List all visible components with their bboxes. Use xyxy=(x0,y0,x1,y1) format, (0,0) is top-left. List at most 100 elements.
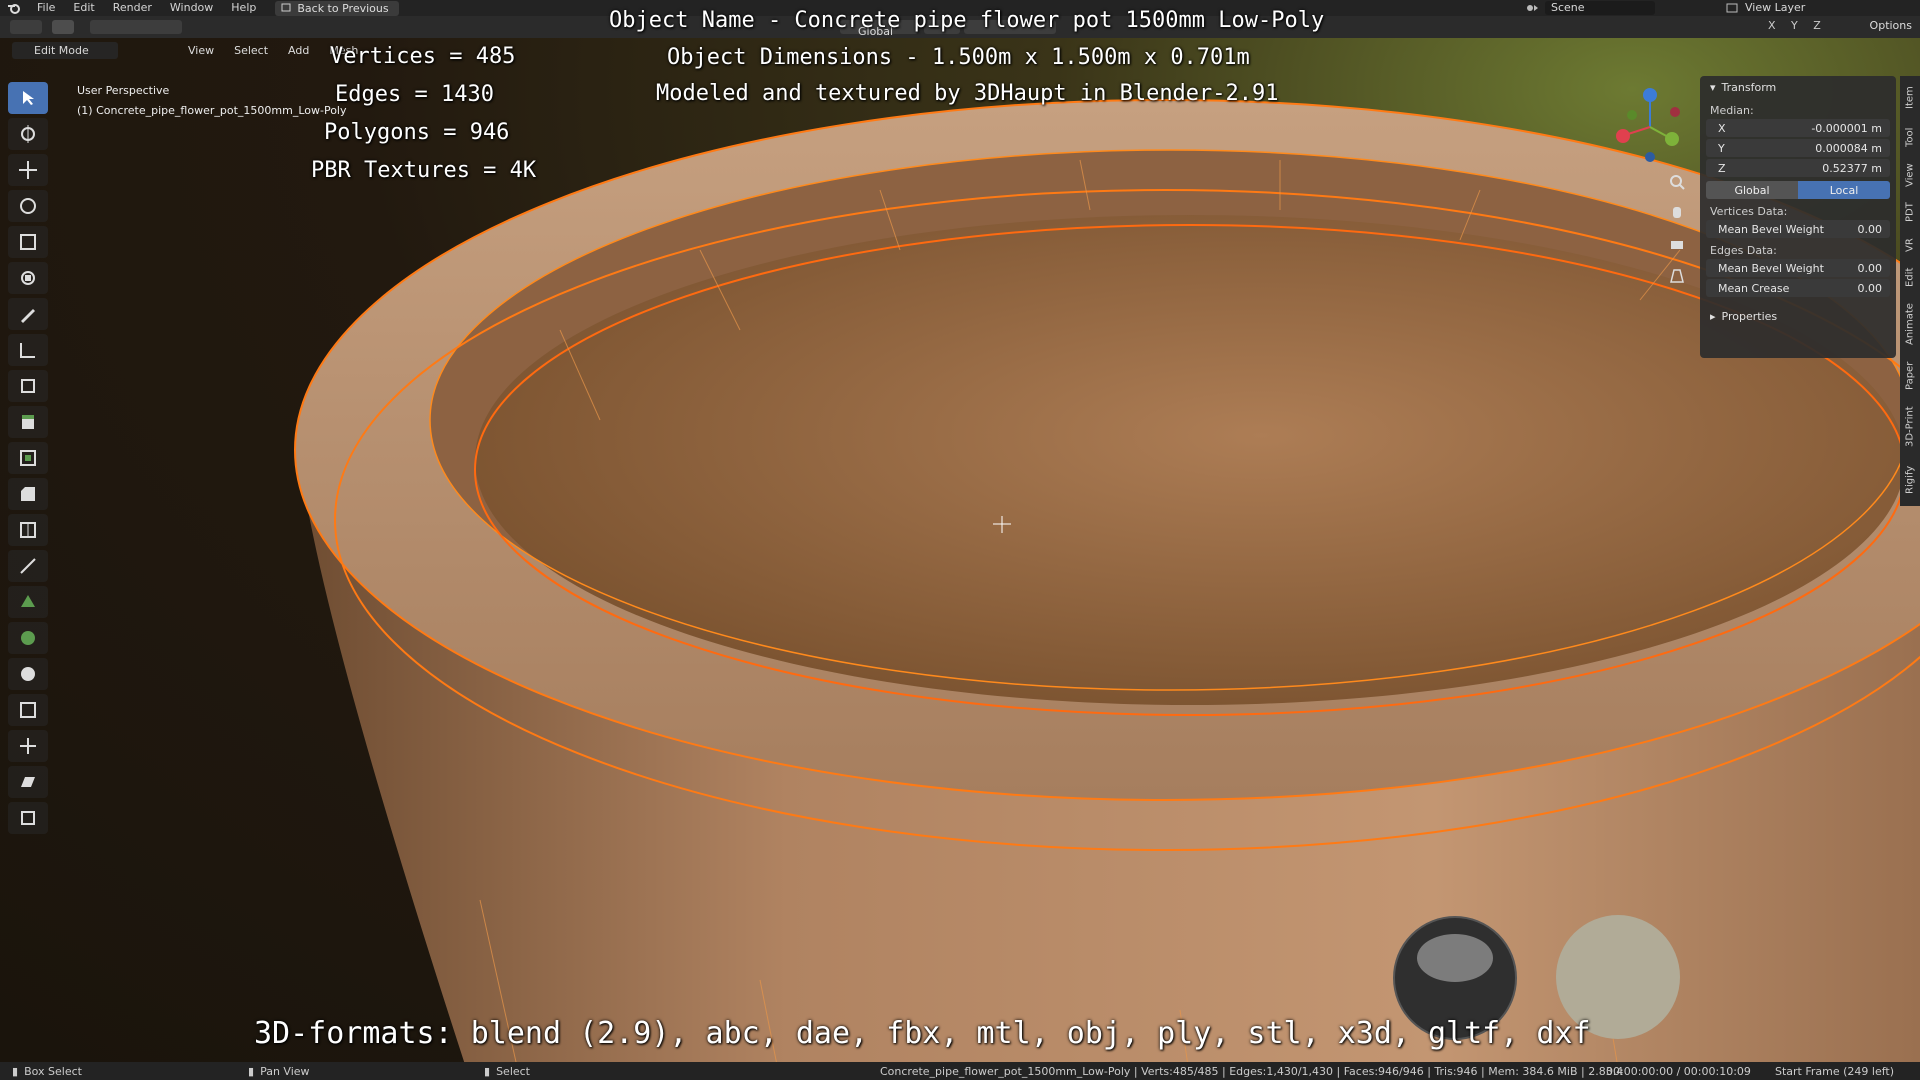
credit-overlay: Modeled and textured by 3DHaupt in Blend… xyxy=(656,81,1279,106)
menu-window[interactable]: Window xyxy=(161,0,222,16)
properties-panel-title: Properties xyxy=(1721,309,1778,323)
blender-logo-icon[interactable] xyxy=(0,0,28,16)
menu-help[interactable]: Help xyxy=(222,0,265,16)
shrink-fatten-icon xyxy=(20,738,36,754)
annotate-tool[interactable] xyxy=(8,298,48,330)
mouse-left-icon: ▮ xyxy=(12,1064,19,1078)
coordinate-space-toggle: Global Local xyxy=(1706,181,1890,199)
mean-crease-label: Mean Crease xyxy=(1718,281,1790,295)
tab-vr[interactable]: VR xyxy=(1900,232,1920,258)
mirror-axis-labels[interactable]: X Y Z xyxy=(1768,19,1827,32)
select-box-tool[interactable] xyxy=(8,82,48,114)
options-dropdown[interactable]: Options xyxy=(1870,19,1912,32)
navigation-gizmo[interactable] xyxy=(1605,82,1695,172)
extrude-tool[interactable] xyxy=(8,406,48,438)
edge-slide-tool[interactable] xyxy=(8,694,48,726)
spin-tool[interactable] xyxy=(8,622,48,654)
add-cube-tool[interactable] xyxy=(8,370,48,402)
formats-overlay: 3D-formats: blend (2.9), abc, dae, fbx, … xyxy=(254,1016,1591,1051)
scale-tool[interactable] xyxy=(8,226,48,258)
measure-tool[interactable] xyxy=(8,334,48,366)
vertices-count-overlay: Vertices = 485 xyxy=(330,44,516,69)
cursor-tool[interactable] xyxy=(8,118,48,150)
tab-animate[interactable]: Animate xyxy=(1900,296,1920,352)
median-label: Median: xyxy=(1710,104,1754,117)
vertex-bevel-weight-label: Mean Bevel Weight xyxy=(1718,222,1824,236)
edge-bevel-weight-label: Mean Bevel Weight xyxy=(1718,261,1824,275)
sidebar-tabs: Item Tool View PDT VR Edit Animate Paper… xyxy=(1900,76,1920,506)
vertices-data-label: Vertices Data: xyxy=(1710,205,1788,218)
mode-select-dropdown[interactable]: Edit Mode xyxy=(12,41,118,59)
gizmo-z-icon[interactable] xyxy=(1643,88,1657,102)
inset-tool[interactable] xyxy=(8,442,48,474)
grid-perspective-icon[interactable] xyxy=(1663,262,1691,290)
rip-region-tool[interactable] xyxy=(8,802,48,834)
3d-viewport[interactable] xyxy=(0,38,1920,1062)
polygons-count-overlay: Polygons = 946 xyxy=(324,120,510,145)
pan-view-label: Pan View xyxy=(260,1064,310,1078)
crosshair-icon xyxy=(21,125,35,143)
rotate-tool[interactable] xyxy=(8,190,48,222)
tab-tool[interactable]: Tool xyxy=(1900,120,1920,154)
tab-edit[interactable]: Edit xyxy=(1900,262,1920,292)
move-tool[interactable] xyxy=(8,154,48,186)
gizmo-y-icon[interactable] xyxy=(1665,132,1679,146)
chevron-down-icon: ▾ xyxy=(1710,80,1716,94)
menu-render[interactable]: Render xyxy=(104,0,161,16)
menu-select[interactable]: Select xyxy=(224,44,278,57)
left-toolbar xyxy=(8,82,48,834)
zoom-icon[interactable] xyxy=(1663,168,1691,196)
tab-paper[interactable]: Paper xyxy=(1900,356,1920,396)
loop-cut-tool[interactable] xyxy=(8,514,48,546)
poly-build-tool[interactable] xyxy=(8,586,48,618)
camera-icon[interactable] xyxy=(1663,230,1691,258)
menu-add[interactable]: Add xyxy=(278,44,319,57)
tab-view[interactable]: View xyxy=(1900,158,1920,192)
cursor-arrow-icon xyxy=(23,91,34,105)
smooth-tool[interactable] xyxy=(8,658,48,690)
tab-item[interactable]: Item xyxy=(1900,80,1920,116)
menu-view[interactable]: View xyxy=(178,44,224,57)
select-mode-buttons[interactable] xyxy=(90,20,182,34)
knife-tool[interactable] xyxy=(8,550,48,582)
vertex-bevel-weight-field[interactable]: Mean Bevel Weight 0.00 xyxy=(1706,220,1890,238)
gizmo-x-icon[interactable] xyxy=(1616,129,1630,143)
properties-panel-header[interactable]: ▸ Properties xyxy=(1700,305,1896,327)
shrink-fatten-tool[interactable] xyxy=(8,730,48,762)
tab-rigify[interactable]: Rigify xyxy=(1900,458,1920,502)
mean-crease-field[interactable]: Mean Crease 0.00 xyxy=(1706,279,1890,297)
transform-panel-header[interactable]: ▾ Transform xyxy=(1700,76,1896,98)
mouse-middle-icon: ▮ xyxy=(248,1064,255,1078)
menu-edit[interactable]: Edit xyxy=(64,0,103,16)
shear-tool[interactable] xyxy=(8,766,48,798)
scene-name-field[interactable]: Scene xyxy=(1545,0,1655,15)
select-tool-button[interactable] xyxy=(52,20,74,34)
median-z-field[interactable]: Z 0.52377 m xyxy=(1706,159,1890,177)
global-toggle-button[interactable]: Global xyxy=(1706,181,1798,199)
editor-type-button[interactable] xyxy=(10,20,42,34)
median-y-field[interactable]: Y 0.000084 m xyxy=(1706,139,1890,157)
bevel-tool[interactable] xyxy=(8,478,48,510)
tab-pdt[interactable]: PDT xyxy=(1900,196,1920,228)
back-to-previous-button[interactable]: Back to Previous xyxy=(275,0,399,16)
median-z-value: 0.52377 m xyxy=(1822,161,1882,175)
transform-tool[interactable] xyxy=(8,262,48,294)
edges-count-overlay: Edges = 1430 xyxy=(335,82,494,107)
chevron-right-icon: ▸ xyxy=(1710,309,1716,323)
median-x-field[interactable]: X -0.000001 m xyxy=(1706,119,1890,137)
view-layer-name[interactable]: View Layer xyxy=(1745,1,1805,14)
scene-selector[interactable]: Scene xyxy=(1525,0,1655,15)
median-x-label: X xyxy=(1718,121,1726,135)
pan-hand-icon[interactable] xyxy=(1663,198,1691,226)
median-z-label: Z xyxy=(1718,161,1726,175)
menu-file[interactable]: File xyxy=(28,0,64,16)
pot-model-render xyxy=(294,99,1920,1062)
local-toggle-button[interactable]: Local xyxy=(1798,181,1890,199)
edge-bevel-weight-field[interactable]: Mean Bevel Weight 0.00 xyxy=(1706,259,1890,277)
ruler-icon xyxy=(20,343,35,358)
timecode: 00:00:00:00 / 00:00:10:09 xyxy=(1606,1064,1751,1078)
view-layer-selector[interactable]: View Layer xyxy=(1725,0,1805,15)
scene-icon xyxy=(1527,4,1538,11)
vertex-bevel-weight-value: 0.00 xyxy=(1857,222,1883,236)
tab-3d-print[interactable]: 3D-Print xyxy=(1900,400,1920,454)
